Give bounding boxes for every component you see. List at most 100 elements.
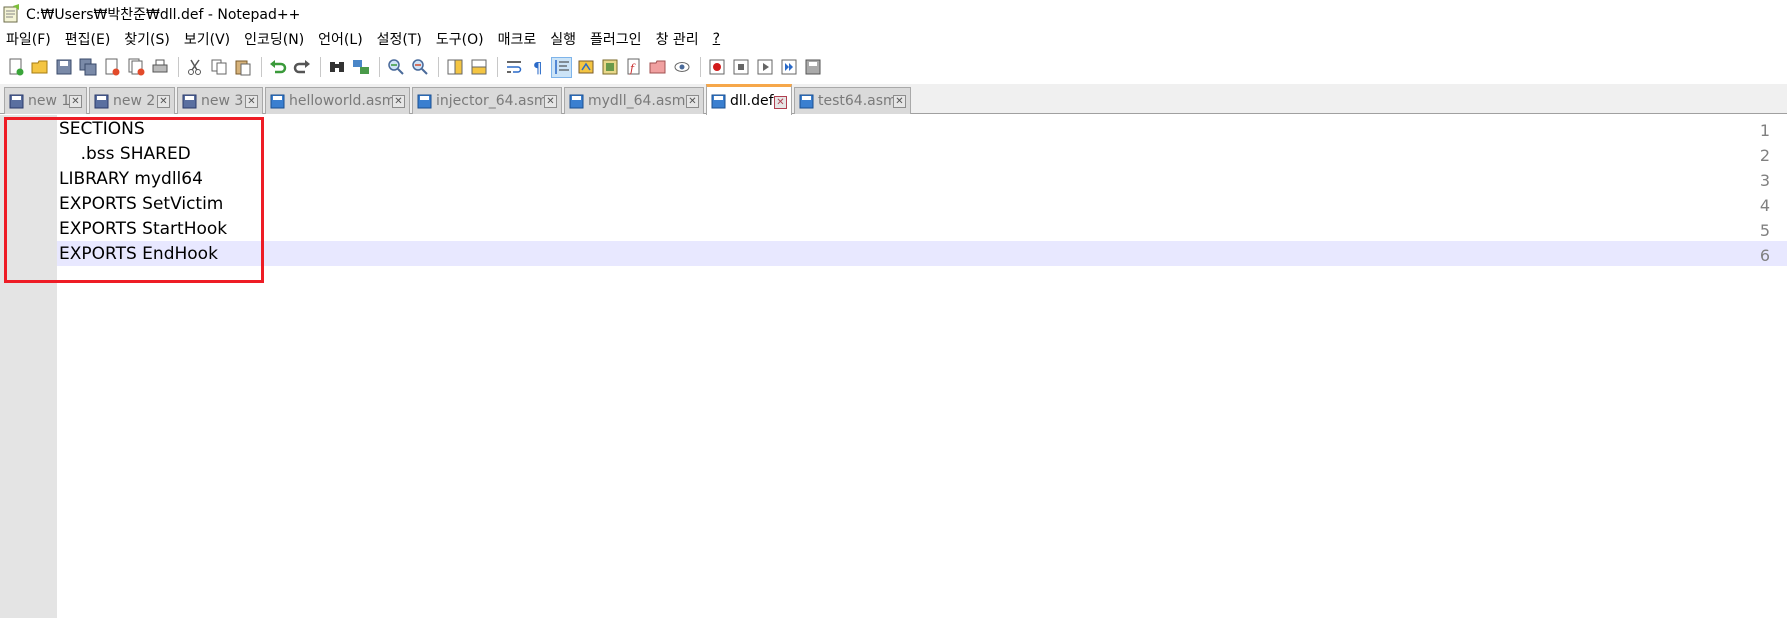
menu-encoding[interactable]: 인코딩(N) [244,29,304,49]
indent-guide-icon [554,60,569,74]
user-defined-language-button[interactable] [575,57,596,78]
menu-search[interactable]: 찾기(S) [124,29,170,49]
close-icon[interactable]: ✕ [686,95,699,108]
menu-edit[interactable]: 편집(E) [65,29,111,49]
paste-button[interactable] [232,57,253,78]
folder-workspace-button[interactable] [647,57,668,78]
show-all-chars-button[interactable]: ¶ [527,57,548,78]
tab-mydll-64-asm[interactable]: mydll_64.asm ✕ [564,87,704,114]
monitoring-button[interactable] [671,57,692,78]
toolbar-separator [700,57,701,77]
tab-label: new 2 [113,93,156,109]
tab-test64-asm[interactable]: test64.asm ✕ [794,87,911,114]
menu-plugins[interactable]: 플러그인 [590,29,642,49]
close-icon[interactable]: ✕ [392,95,405,108]
indent-guide-button[interactable] [551,56,572,78]
word-wrap-button[interactable] [503,57,524,78]
tab-new-3[interactable]: new 3 ✕ [177,87,263,114]
redo-button[interactable] [291,57,312,78]
menu-window[interactable]: 창 관리 [656,29,699,49]
doc-map-button[interactable] [599,57,620,78]
save-all-button[interactable] [77,57,98,78]
sync-horizontal-icon [471,59,486,75]
close-all-icon [128,58,144,76]
tab-injector-64-asm[interactable]: injector_64.asm ✕ [412,87,562,114]
zoom-in-button[interactable] [385,57,406,78]
save-macro-icon [805,59,820,75]
tab-save-icon [270,94,285,108]
window-title: C:₩Users₩박찬준₩dll.def - Notepad++ [26,7,301,23]
save-button[interactable] [53,57,74,78]
close-icon[interactable]: ✕ [893,95,906,108]
menu-file[interactable]: 파일(F) [6,29,51,49]
macro-run-multiple-button[interactable] [778,57,799,78]
zoom-out-button[interactable] [409,57,430,78]
copy-button[interactable] [208,57,229,78]
replace-button[interactable] [350,57,371,78]
paste-icon [235,60,250,76]
tab-save-icon [569,94,584,108]
pilcrow-icon: ¶ [533,59,543,76]
sync-vertical-button[interactable] [444,57,465,78]
close-icon[interactable]: ✕ [245,95,258,108]
undo-button[interactable] [267,57,288,78]
cut-button[interactable] [184,57,205,78]
line-number: 2 [1759,146,1770,165]
function-list-icon: f [627,58,639,75]
word-wrap-icon [506,61,521,73]
notepadpp-app-icon [3,4,19,23]
toolbar-separator [379,57,380,77]
close-icon[interactable]: ✕ [157,95,170,108]
zoom-in-icon [387,59,404,75]
sync-horizontal-button[interactable] [468,57,489,78]
menu-language[interactable]: 언어(L) [318,29,362,49]
toolbar-separator [261,57,262,77]
line-number: 5 [1759,221,1770,240]
menu-run[interactable]: 실행 [550,29,576,49]
line-number: 4 [1759,196,1770,215]
tab-save-icon [94,94,109,108]
tab-label: injector_64.asm [436,93,548,109]
cut-icon [187,59,201,75]
close-all-button[interactable] [125,57,146,78]
line-number: 6 [1759,246,1770,265]
macro-save-button[interactable] [802,57,823,78]
line-number: 3 [1759,171,1770,190]
close-icon[interactable]: ✕ [69,95,82,108]
print-button[interactable] [149,57,170,78]
tab-label: new 1 [28,93,71,109]
editor-area[interactable]: 1 2 3 4 5 6 SECTIONS .bss SHARED LIBRARY… [0,115,1787,618]
find-button[interactable] [326,57,347,78]
play-icon [757,59,772,75]
menu-view[interactable]: 보기(V) [184,29,230,49]
tab-helloworld-asm[interactable]: helloworld.asm ✕ [265,87,410,114]
open-file-button[interactable] [29,57,50,78]
macro-play-button[interactable] [754,57,775,78]
red-highlight-box [4,117,264,283]
tab-dll-def[interactable]: dll.def ✕ [706,84,792,115]
menu-help[interactable]: ? [713,31,720,47]
close-button[interactable] [101,57,122,78]
folder-workspace-icon [649,60,665,74]
current-line-highlight [57,241,1787,266]
toolbar-separator [178,57,179,77]
close-icon[interactable]: ✕ [544,95,557,108]
new-file-button[interactable] [5,57,26,78]
menu-tools[interactable]: 도구(O) [436,29,484,49]
macro-record-button[interactable] [706,57,727,78]
sync-vertical-icon [447,59,462,75]
close-icon[interactable]: ✕ [774,96,787,109]
tab-label: mydll_64.asm [588,93,686,109]
tab-new-1[interactable]: new 1 ✕ [4,87,87,114]
menu-macro[interactable]: 매크로 [498,29,537,49]
macro-stop-button[interactable] [730,57,751,78]
menu-settings[interactable]: 설정(T) [377,29,422,49]
tab-save-icon [711,94,726,108]
function-list-button[interactable]: f [623,57,644,78]
udl-icon [578,60,593,74]
tab-bar: new 1 ✕ new 2 ✕ new 3 ✕ helloworld.asm ✕… [0,84,1787,115]
tab-label: dll.def [730,93,774,109]
svg-text:¶: ¶ [533,59,543,76]
tab-new-2[interactable]: new 2 ✕ [89,87,175,114]
zoom-out-icon [411,59,428,75]
